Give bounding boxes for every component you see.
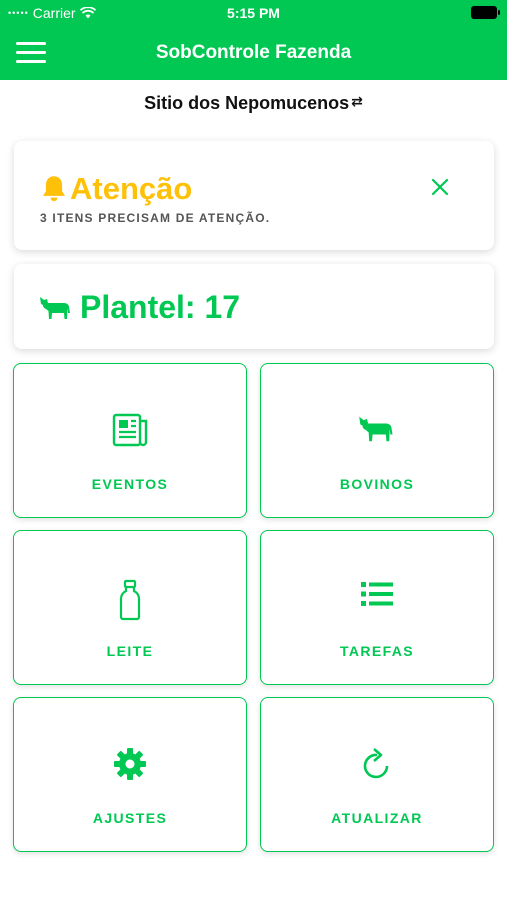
cow-icon: [359, 416, 393, 442]
tile-label: ATUALIZAR: [331, 810, 423, 826]
cow-icon: [40, 296, 70, 319]
bottle-icon: [119, 579, 141, 621]
tile-icon: [261, 412, 493, 452]
app-title: SobControle Fazenda: [155, 42, 352, 63]
alert-title: Atenção: [70, 171, 193, 206]
herd-label: Plantel: 17: [80, 289, 241, 325]
alert-header: Atenção: [40, 171, 192, 207]
tile-eventos[interactable]: EVENTOS: [13, 363, 247, 518]
tile-label: AJUSTES: [92, 810, 168, 826]
newspaper-icon: [112, 413, 148, 447]
battery-icon: [471, 6, 500, 19]
tile-icon: [14, 746, 246, 786]
clock: 5:15 PM: [227, 5, 280, 21]
herd-row: Plantel: 17: [38, 289, 240, 326]
app-bar: SobControle Fazenda: [0, 26, 507, 80]
farm-selector[interactable]: Sitio dos Nepomucenos ⇄: [0, 93, 507, 114]
bell-icon: [43, 176, 65, 202]
refresh-icon: [363, 748, 389, 779]
tile-icon: [14, 579, 246, 621]
tile-bovinos[interactable]: BOVINOS: [260, 363, 494, 518]
close-icon[interactable]: [430, 177, 450, 197]
tile-ajustes[interactable]: AJUSTES: [13, 697, 247, 852]
tile-label: LEITE: [106, 643, 154, 659]
tile-icon: [261, 579, 493, 619]
farm-name: Sitio dos Nepomucenos: [144, 93, 350, 113]
tile-tarefas[interactable]: TAREFAS: [260, 530, 494, 685]
alert-card[interactable]: Atenção 3 ITENS PRECISAM DE ATENÇÃO.: [14, 141, 494, 250]
gear-icon: [114, 748, 146, 780]
status-bar: ••••• Carrier 5:15 PM: [0, 0, 507, 26]
swap-icon[interactable]: ⇄: [351, 93, 363, 109]
herd-card[interactable]: Plantel: 17: [14, 264, 494, 349]
list-icon: [361, 582, 393, 606]
tile-icon: [14, 412, 246, 452]
tile-atualizar[interactable]: ATUALIZAR: [260, 697, 494, 852]
tile-icon: [261, 746, 493, 786]
alert-subtitle: 3 ITENS PRECISAM DE ATENÇÃO.: [40, 211, 271, 225]
tile-label: BOVINOS: [339, 476, 415, 492]
tile-label: TAREFAS: [339, 643, 415, 659]
tile-label: EVENTOS: [91, 476, 169, 492]
tile-leite[interactable]: LEITE: [13, 530, 247, 685]
